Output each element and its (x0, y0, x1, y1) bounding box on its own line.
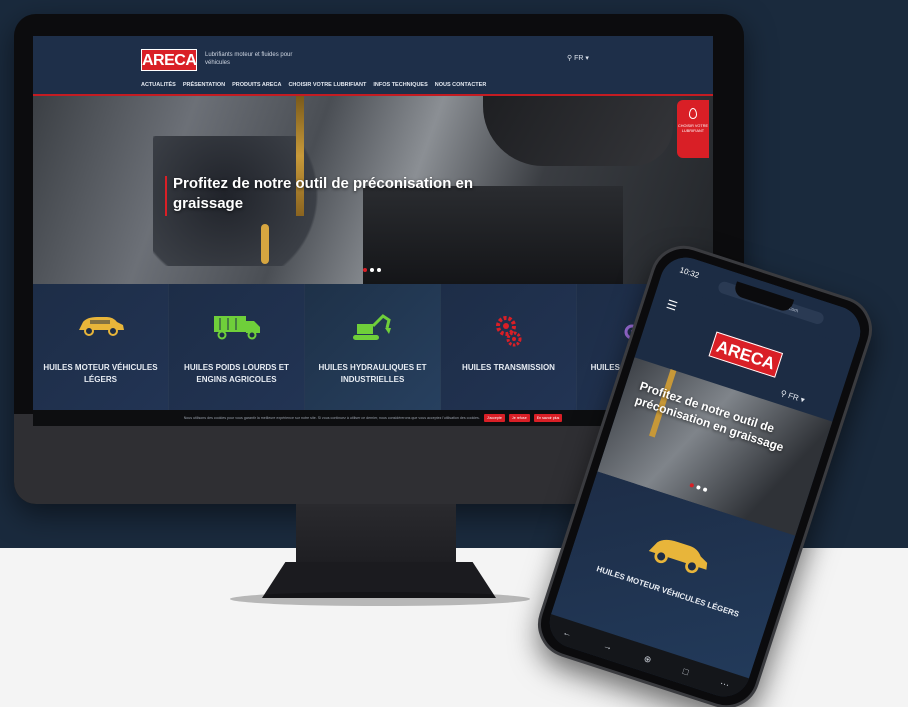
truck-icon (213, 316, 260, 340)
cookie-message: Nous utilisons des cookies pour vous gar… (183, 416, 480, 420)
phone-areca-logo[interactable]: ARECA (708, 331, 784, 378)
tabs-icon[interactable]: □ (682, 666, 690, 677)
slider-dot[interactable] (689, 482, 695, 488)
phone-language-selector[interactable]: FR (787, 391, 800, 403)
nav-item-contact[interactable]: NOUS CONTACTER (435, 82, 487, 88)
nav-item-produits[interactable]: PRODUITS ARECA (232, 82, 281, 88)
mechanic-glove (483, 96, 673, 166)
nav-item-infos-techniques[interactable]: INFOS TECHNIQUES (373, 82, 427, 88)
category-label: HUILES TRANSMISSION (462, 363, 555, 372)
car-icon (78, 317, 124, 336)
nav-item-choisir-lubrifiant[interactable]: CHOISIR VOTRE LUBRIFIANT (288, 82, 366, 88)
choose-lubricant-badge[interactable]: CHOISIR VOTRE LUBRIFIANT (677, 100, 709, 158)
header-tools: ⚲ FR ▾ (567, 54, 589, 62)
slider-dot[interactable] (695, 484, 701, 491)
stand-shadow (230, 592, 530, 606)
slider-dot[interactable] (363, 268, 367, 272)
back-arrow-icon[interactable]: ← (561, 627, 573, 639)
cookie-more-button[interactable]: En savoir plus (533, 414, 563, 422)
nav-item-presentation[interactable]: PRÉSENTATION (183, 82, 225, 88)
oil-drop-icon (689, 108, 697, 119)
slider-dots (363, 268, 381, 272)
badge-label: CHOISIR VOTRE LUBRIFIANT (678, 124, 708, 133)
nav-item-actualites[interactable]: ACTUALITÉS (141, 82, 176, 88)
hero-title: Profitez de notre outil de préconisation… (173, 175, 474, 212)
more-menu-icon[interactable]: ⋯ (719, 678, 731, 691)
category-card[interactable]: HUILES POIDS LOURDS ET ENGINS AGRICOLES (169, 284, 305, 410)
cookie-refuse-button[interactable]: Je refuse (508, 414, 530, 422)
areca-logo[interactable]: ARECA (141, 49, 197, 71)
category-label: HUILES HYDRAULIQUES ET INDUSTRIELLES (318, 363, 427, 384)
site-tagline: Lubrifiants moteur et fluides pour véhic… (205, 52, 293, 66)
monitor-stand (296, 504, 456, 564)
category-label: HUILES POIDS LOURDS ET ENGINS AGRICOLES (184, 363, 289, 384)
desktop-screen: ARECA Lubrifiants moteur et fluides pour… (33, 36, 713, 426)
chevron-down-icon[interactable]: ▾ (585, 55, 589, 62)
category-card[interactable]: HUILES HYDRAULIQUES ET INDUSTRIELLES (305, 284, 441, 410)
phone-header-tools: ⚲ FR ▾ (779, 389, 806, 405)
slider-dot[interactable] (377, 268, 381, 272)
site-header: ARECA Lubrifiants moteur et fluides pour… (33, 36, 713, 94)
cookie-accept-button[interactable]: J'accepte (483, 414, 505, 422)
dipstick (261, 224, 269, 264)
gears-icon (495, 316, 521, 347)
excavator-icon (352, 314, 391, 340)
main-nav: ACTUALITÉS PRÉSENTATION PRODUITS ARECA C… (141, 82, 486, 88)
hamburger-menu-icon[interactable]: ☰ (665, 297, 680, 314)
category-card[interactable]: HUILES TRANSMISSION (441, 284, 577, 410)
slider-dot[interactable] (370, 268, 374, 272)
category-label: HUILES MOTEUR VÉHICULES LÉGERS (43, 363, 158, 384)
new-tab-plus-icon[interactable]: ⊕ (642, 653, 653, 666)
hero-slider[interactable]: Profitez de notre outil de préconisation… (33, 96, 713, 284)
category-card[interactable]: HUILES MOTEUR VÉHICULES LÉGERS (33, 284, 169, 410)
search-icon[interactable]: ⚲ (567, 55, 572, 62)
forward-arrow-icon[interactable]: → (602, 640, 614, 652)
phone-clock: 10:32 (678, 265, 701, 281)
language-selector[interactable]: FR (574, 55, 583, 62)
phone-chevron-down-icon[interactable]: ▾ (799, 395, 806, 405)
hero-accent-bar (165, 176, 167, 216)
